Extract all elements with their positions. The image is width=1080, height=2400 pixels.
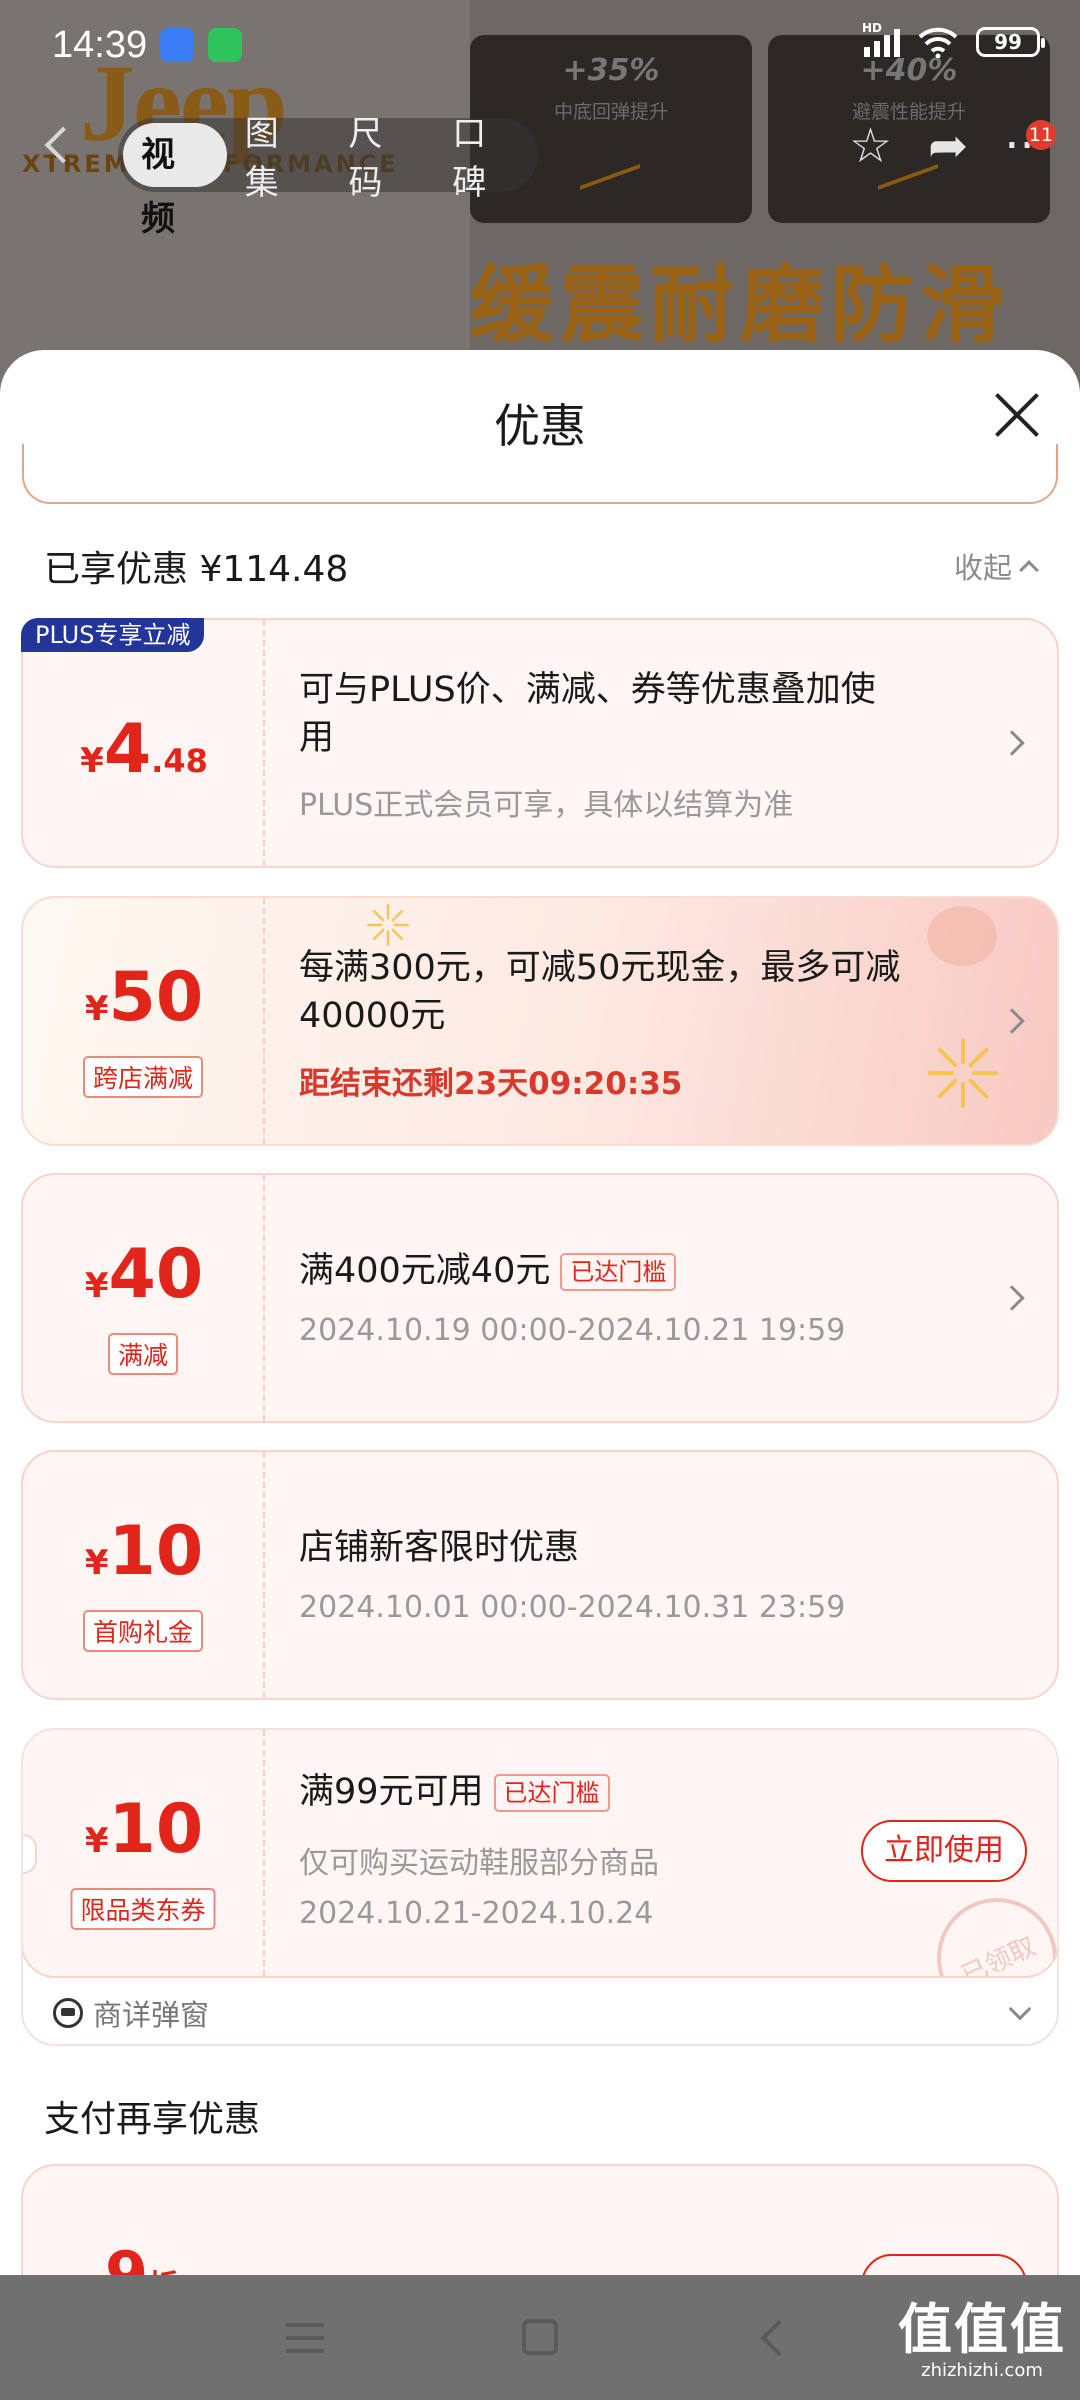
clock: 14:39 xyxy=(52,24,148,66)
amount-value: 10 xyxy=(108,1790,204,1869)
coupon-amount-area: ¥10 限品类东券 xyxy=(23,1730,265,1976)
coupon-title-row: 满400元减40元 已达门槛 xyxy=(299,1247,677,1295)
coupon-card-first-purchase: ¥10 首购礼金 店铺新客限时优惠 2024.10.01 00:00-2024.… xyxy=(21,1450,1059,1700)
status-icons: HD 99 xyxy=(862,21,1045,58)
scrolled-card-edge xyxy=(22,444,1058,504)
signal-icon: HD xyxy=(862,21,900,57)
wifi-icon xyxy=(918,27,958,58)
coupon-card-cross-store[interactable]: ¥50 跨店满减 每满300元，可减50元现金，最多可减40000元 距结束还剩… xyxy=(21,896,1059,1146)
coupon-amount: ¥4.48 xyxy=(23,710,265,789)
watermark-logo: 值值值 xyxy=(898,2298,1066,2361)
tab-gallery[interactable]: 图集 xyxy=(227,106,331,204)
more-badge: 11 xyxy=(1026,120,1056,150)
chevron-down-icon xyxy=(1008,1997,1032,2021)
menu-icon[interactable] xyxy=(286,2323,324,2353)
coupon-card-full-reduction[interactable]: ¥40 满减 满400元减40元 已达门槛 2024.10.19 00:00-20… xyxy=(21,1173,1059,1423)
coupon-amount: ¥10 xyxy=(23,1512,265,1591)
coupon-amount-area: ¥10 首购礼金 xyxy=(23,1452,265,1698)
coupon-info: 店铺新客限时优惠 2024.10.01 00:00-2024.10.31 23:… xyxy=(299,1452,997,1698)
top-actions: ☆ ➦ ··· xyxy=(849,118,1050,174)
payment-section-title: 支付再享优惠 xyxy=(44,2099,261,2140)
collapse-label: 收起 xyxy=(953,551,1012,585)
coupon-amount-area: ¥40 满减 xyxy=(23,1175,265,1421)
detail-popup-label-group: 商详弹窗 xyxy=(53,1992,209,2034)
coupon-info: 可与PLUS价、满减、券等优惠叠加使用 PLUS正式会员可享，具体以结算为准 xyxy=(299,620,997,866)
currency-symbol: ¥ xyxy=(84,1821,109,1861)
tab-size[interactable]: 尺码 xyxy=(331,106,435,204)
coupon-type-tag: 首购礼金 xyxy=(82,1610,204,1652)
app-notification-icon xyxy=(160,28,194,62)
amount-value: 40 xyxy=(108,1235,204,1314)
plus-badge: PLUS专享立减 xyxy=(21,618,205,652)
enjoyed-total: 已享优惠 ¥114.48 xyxy=(44,549,349,590)
coupon-title: 店铺新客限时优惠 xyxy=(299,1528,580,1568)
coupon-title: 每满300元，可减50元现金，最多可减40000元 xyxy=(299,948,901,1036)
chevron-up-icon xyxy=(1019,560,1039,580)
status-bar: 14:39 HD 99 xyxy=(0,0,1080,90)
watermark-url: zhizhizhi.com xyxy=(921,2360,1043,2381)
threshold-reached-badge: 已达门槛 xyxy=(560,1253,677,1291)
coupon-card-plus[interactable]: ¥4.48 可与PLUS价、满减、券等优惠叠加使用 PLUS正式会员可享，具体以… xyxy=(21,618,1059,868)
coupon-amount-area: ¥4.48 xyxy=(23,620,265,866)
coupon-type-tag: 满减 xyxy=(107,1333,179,1375)
coupon-amount-area: ¥50 跨店满减 xyxy=(23,898,265,1144)
currency-symbol: ¥ xyxy=(84,1266,109,1306)
coupon-validity: 2024.10.21-2024.10.24 xyxy=(299,1896,654,1931)
threshold-reached-badge: 已达门槛 xyxy=(493,1774,610,1812)
currency-symbol: ¥ xyxy=(84,1543,109,1583)
coupon-validity: 2024.10.19 00:00-2024.10.21 19:59 xyxy=(299,1313,846,1348)
chevron-right-icon xyxy=(999,1008,1025,1034)
close-icon[interactable] xyxy=(994,392,1040,438)
amount-value: 10 xyxy=(108,1512,204,1591)
detail-popup-row[interactable]: 商详弹窗 xyxy=(53,1992,1032,2034)
coupon-info: 每满300元，可减50元现金，最多可减40000元 距结束还剩23天09:20:… xyxy=(299,898,997,1144)
tab-video[interactable]: 视频 xyxy=(123,123,227,239)
product-tabs: 视频 图集 尺码 口碑 xyxy=(118,114,538,239)
wechat-icon xyxy=(208,28,242,62)
coupon-scope: 仅可购买运动鞋服部分商品 xyxy=(299,1846,659,1881)
amount-decimal: .48 xyxy=(151,742,208,780)
tab-reviews[interactable]: 口碑 xyxy=(434,106,538,204)
currency-symbol: ¥ xyxy=(84,989,109,1029)
star-icon[interactable]: ☆ xyxy=(849,118,892,174)
currency-symbol: ¥ xyxy=(80,741,104,781)
coupon-validity: 2024.10.01 00:00-2024.10.31 23:59 xyxy=(299,1590,846,1625)
back-icon[interactable] xyxy=(760,2319,798,2357)
countdown-text: 距结束还剩23天09:20:35 xyxy=(299,1066,683,1102)
coupon-subtitle: PLUS正式会员可享，具体以结算为准 xyxy=(299,788,794,823)
coupon-amount: ¥40 xyxy=(23,1235,265,1314)
chevron-right-icon xyxy=(999,1285,1025,1311)
amount-value: 50 xyxy=(108,958,204,1037)
share-icon[interactable]: ➦ xyxy=(928,118,968,174)
coupon-title: 满99元可用 xyxy=(299,1772,484,1812)
system-navigation-bar: 值值值 zhizhizhi.com xyxy=(0,2275,1080,2400)
coupon-card-category-wrapper: ¥10 限品类东券 满99元可用 已达门槛 仅可购买运动鞋服部分商品 2024.1… xyxy=(21,1728,1059,2046)
coupon-amount: ¥50 xyxy=(23,958,265,1037)
coupon-type-tag: 跨店满减 xyxy=(82,1056,204,1098)
coupon-amount: ¥10 xyxy=(23,1790,265,1869)
amount-integer: 4 xyxy=(103,710,152,789)
home-icon[interactable] xyxy=(522,2319,558,2355)
coupon-title-row: 满99元可用 已达门槛 xyxy=(299,1768,610,1816)
product-slogan: 缓震耐磨防滑 xyxy=(470,256,1011,354)
trend-line xyxy=(580,144,640,190)
coupon-title: 可与PLUS价、满减、券等优惠叠加使用 xyxy=(299,670,876,758)
signal-label: HD xyxy=(862,21,883,35)
use-now-button[interactable]: 立即使用 xyxy=(861,1820,1027,1882)
chevron-right-icon xyxy=(999,730,1025,756)
coupon-info: 满400元减40元 已达门槛 2024.10.19 00:00-2024.10.2… xyxy=(299,1175,997,1421)
coupon-type-tag: 限品类东券 xyxy=(70,1888,216,1930)
ticket-icon xyxy=(53,1998,83,2028)
watermark: 值值值 zhizhizhi.com xyxy=(898,2285,1066,2381)
coupon-card-category: ¥10 限品类东券 满99元可用 已达门槛 仅可购买运动鞋服部分商品 2024.1… xyxy=(23,1730,1057,1978)
collapse-button[interactable]: 收起 xyxy=(953,545,1039,587)
coupon-title: 满400元减40元 xyxy=(299,1251,551,1291)
enjoyed-header: 已享优惠 ¥114.48 收起 xyxy=(44,540,1039,592)
battery-indicator: 99 xyxy=(976,27,1045,57)
detail-popup-label: 商详弹窗 xyxy=(93,1998,210,2032)
